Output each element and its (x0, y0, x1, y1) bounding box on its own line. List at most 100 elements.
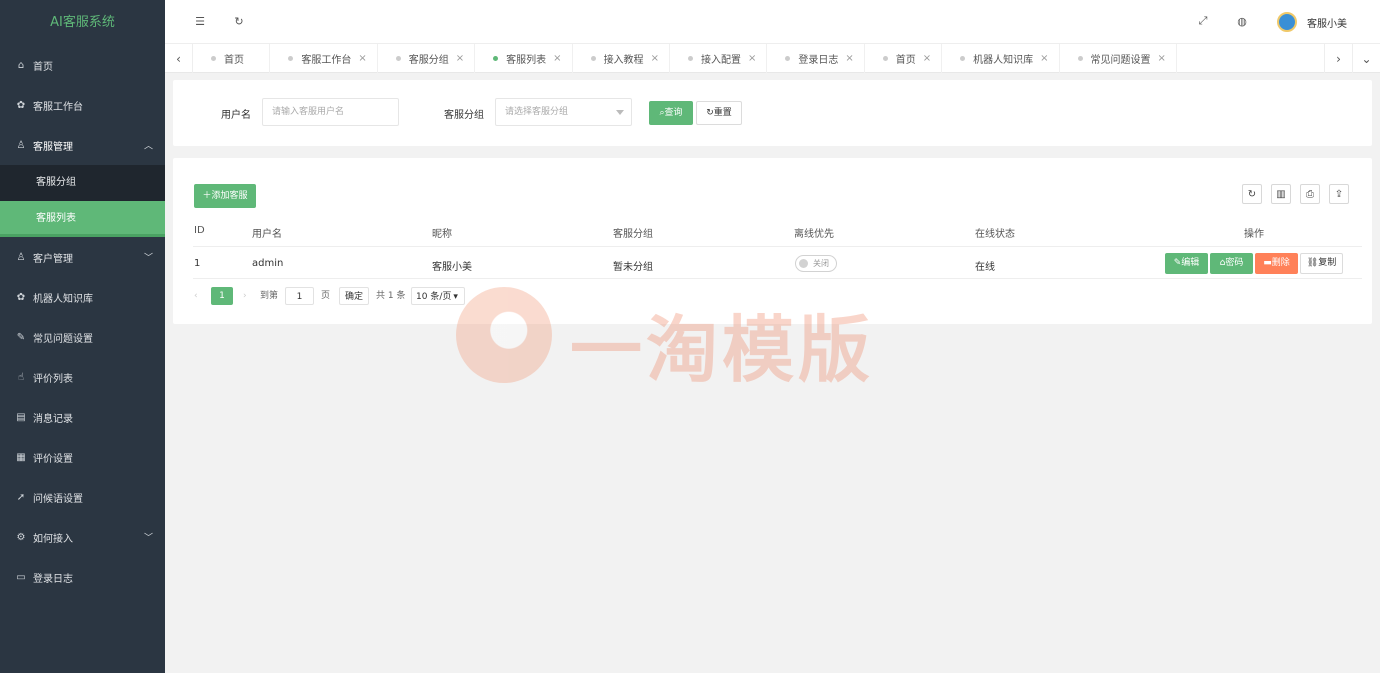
add-agent-button[interactable]: ＋添加客服 (194, 184, 256, 208)
column-header-username: 用户名 (252, 229, 282, 240)
prev-page-icon[interactable]: ‹ (194, 287, 198, 305)
username-input[interactable]: 请输入客服用户名 (262, 98, 399, 126)
tab-controls: › ⌄ (1324, 44, 1380, 73)
cell-group: 暂未分组 (613, 262, 653, 273)
next-page-icon[interactable]: › (243, 287, 247, 305)
tab-label: 客服列表 (506, 55, 547, 66)
sidebar-item-messages[interactable]: ▤ 消息记录 (0, 397, 165, 437)
globe-icon[interactable]: ◍ (1235, 14, 1249, 28)
tab-workbench[interactable]: 客服工作台 × (270, 44, 378, 73)
close-icon[interactable]: × (358, 53, 366, 64)
close-icon[interactable]: × (748, 53, 756, 64)
close-icon[interactable]: × (1158, 53, 1166, 64)
tab-menu-chevron-down-icon[interactable]: ⌄ (1352, 44, 1380, 73)
sidebar-item-label: 消息记录 (33, 413, 73, 425)
submenu-agent-management: 客服分组 客服列表 (0, 165, 165, 237)
edit-button[interactable]: ✎编辑 (1165, 253, 1208, 274)
refresh-icon[interactable]: ↻ (232, 14, 246, 28)
password-button[interactable]: ⌂密码 (1210, 253, 1253, 274)
caret-down-icon (616, 110, 624, 115)
tab-faq[interactable]: 常见问题设置 × (1060, 44, 1177, 73)
tab-robot-kb[interactable]: 机器人知识库 × (942, 44, 1060, 73)
tab-home-2[interactable]: 首页 × (865, 44, 943, 73)
sidebar-item-robot-kb[interactable]: ✿ 机器人知识库 (0, 277, 165, 317)
sidebar: AI客服系统 ⌂ 首页 ✿ 客服工作台 ♙ 客服管理 ︿ 客服分组 客服列表 ♙… (0, 0, 165, 673)
sidebar-item-reviews[interactable]: ☝ 评价列表 (0, 357, 165, 397)
close-icon[interactable]: × (845, 53, 853, 64)
copy-button-label: 复制 (1318, 258, 1337, 268)
column-header-offline-first: 离线优先 (794, 229, 834, 240)
tab-label: 客服分组 (408, 55, 449, 66)
edit-button-label: 编辑 (1181, 258, 1200, 268)
tab-agent-group[interactable]: 客服分组 × (378, 44, 476, 73)
tab-label: 登录日志 (798, 55, 839, 66)
close-icon[interactable]: × (456, 53, 464, 64)
sidebar-item-agent-group[interactable]: 客服分组 (0, 165, 165, 201)
columns-filter-icon[interactable]: ▥ (1271, 184, 1291, 204)
tab-scroll-left-icon[interactable]: ‹ (165, 44, 193, 73)
plus-icon: ＋ (202, 191, 212, 201)
group-select-placeholder: 请选择客服分组 (505, 107, 569, 117)
sidebar-item-review-settings[interactable]: ▦ 评价设置 (0, 437, 165, 477)
close-icon[interactable]: × (651, 53, 659, 64)
page-size-select[interactable]: 10 条/页 ▾ (411, 287, 465, 305)
table-panel: ＋添加客服 ↻ ▥ ⎙ ⇪ ID 用户名 昵称 客服分组 离线优先 在线状态 操… (173, 158, 1372, 324)
calendar-icon: ▦ (16, 451, 26, 463)
offline-first-switch[interactable]: 关闭 (795, 255, 837, 272)
query-button[interactable]: ⌕查询 (649, 101, 693, 125)
column-header-group: 客服分组 (613, 229, 653, 240)
tab-dot (211, 56, 216, 61)
switch-knob (799, 259, 808, 268)
group-select[interactable]: 请选择客服分组 (495, 98, 632, 126)
doc-icon: ▤ (16, 411, 26, 423)
query-button-label: 查询 (664, 108, 683, 118)
group-label: 客服分组 (444, 110, 484, 121)
export-icon[interactable]: ⇪ (1329, 184, 1349, 204)
sidebar-item-agent-list[interactable]: 客服列表 (0, 201, 165, 237)
link-icon: ⛓ (1306, 258, 1319, 268)
sidebar-item-faq[interactable]: ✎ 常见问题设置 (0, 317, 165, 357)
app-logo: AI客服系统 (0, 0, 165, 45)
print-icon[interactable]: ⎙ (1300, 184, 1320, 204)
sidebar-item-customer-management[interactable]: ♙ 客户管理 ﹀ (0, 237, 165, 277)
tab-agent-list[interactable]: 客服列表 × (475, 44, 573, 73)
cell-status: 在线 (975, 262, 995, 273)
menu-fold-icon[interactable]: ☰ (193, 14, 207, 28)
page-current[interactable]: 1 (211, 287, 233, 305)
tab-scroll-right-icon[interactable]: › (1324, 44, 1352, 73)
goto-page-input[interactable]: 1 (285, 287, 314, 305)
sidebar-item-label: 评价列表 (33, 373, 73, 385)
reset-button[interactable]: ↻重置 (696, 101, 742, 125)
chevron-down-icon: ﹀ (143, 533, 153, 544)
sidebar-item-label: 常见问题设置 (33, 333, 93, 345)
sidebar-item-login-log[interactable]: ▭ 登录日志 (0, 557, 165, 597)
tab-tutorial[interactable]: 接入教程 × (573, 44, 670, 73)
add-agent-label: 添加客服 (211, 191, 248, 201)
header-username[interactable]: 客服小美 (1307, 15, 1347, 30)
close-icon[interactable]: × (923, 53, 931, 64)
tab-label: 客服工作台 (301, 55, 352, 66)
sidebar-item-greeting[interactable]: ➚ 问候语设置 (0, 477, 165, 517)
table-refresh-icon[interactable]: ↻ (1242, 184, 1262, 204)
delete-button[interactable]: ▬删除 (1255, 253, 1298, 274)
tab-config[interactable]: 接入配置 × (670, 44, 768, 73)
avatar[interactable] (1277, 12, 1297, 32)
sidebar-item-agent-management[interactable]: ♙ 客服管理 ︿ (0, 125, 165, 165)
sidebar-item-workbench[interactable]: ✿ 客服工作台 (0, 85, 165, 125)
cell-id: 1 (194, 258, 201, 269)
fullscreen-icon[interactable]: ⤢ (1196, 14, 1210, 28)
sidebar-item-home[interactable]: ⌂ 首页 (0, 45, 165, 85)
username-label: 用户名 (221, 110, 251, 121)
goto-confirm-button[interactable]: 确定 (339, 287, 369, 305)
sidebar-item-label: 机器人知识库 (33, 293, 93, 305)
close-icon[interactable]: × (1040, 53, 1048, 64)
close-icon[interactable]: × (553, 53, 561, 64)
column-header-nickname: 昵称 (432, 229, 452, 240)
tab-home[interactable]: 首页× (193, 44, 271, 73)
tab-login-log[interactable]: 登录日志 × (767, 44, 865, 73)
sidebar-item-label: 如何接入 (33, 533, 73, 545)
cell-username: admin (252, 258, 284, 269)
sidebar-item-how-to-connect[interactable]: ⚙ 如何接入 ﹀ (0, 517, 165, 557)
tab-dot (785, 56, 791, 61)
copy-button[interactable]: ⛓复制 (1300, 253, 1343, 274)
